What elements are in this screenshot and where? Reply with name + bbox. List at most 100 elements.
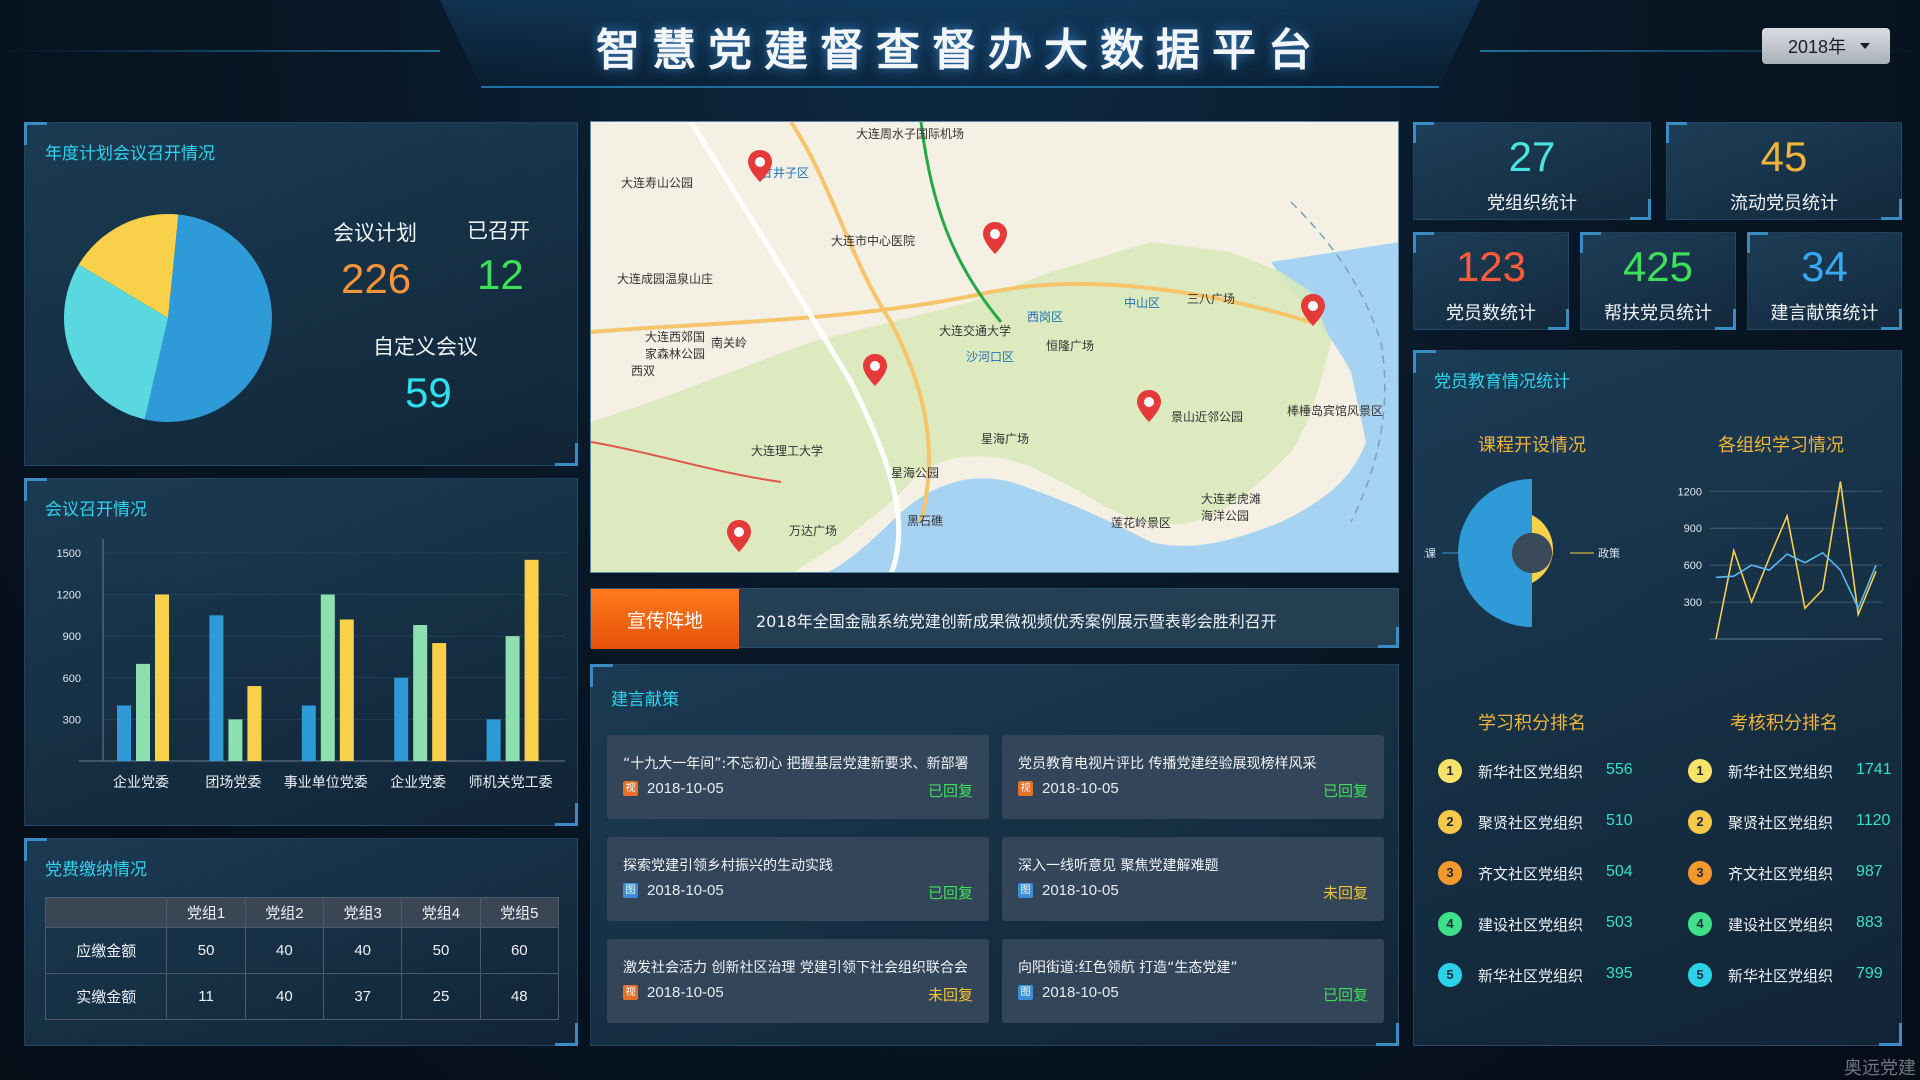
caret-down-icon <box>1860 43 1871 49</box>
bar[interactable] <box>413 625 428 761</box>
rank-org-name: 齐文社区党组织 <box>1478 865 1584 883</box>
stat-card-members[interactable]: 123 党员数统计 <box>1413 232 1569 330</box>
x-tick-label: 师机关党工委 <box>469 775 553 791</box>
rank-score: 1741 <box>1856 761 1892 778</box>
rank-score: 510 <box>1606 812 1633 829</box>
bar[interactable] <box>301 705 316 762</box>
map-pin-icon[interactable] <box>1301 294 1325 326</box>
rank-badge: 1 <box>1688 759 1712 783</box>
propaganda-banner[interactable]: 宣传阵地 2018年全国金融系统党建创新成果微视频优秀案例展示暨表彰会胜利召开 <box>590 588 1399 649</box>
stat-label: 帮扶党员统计 <box>1604 303 1712 324</box>
y-tick-label: 900 <box>1684 523 1702 535</box>
column-header: 党组4 <box>401 897 481 928</box>
table-row: 实缴金额 11 40 37 25 48 <box>44 973 560 1020</box>
rank-score: 799 <box>1856 965 1883 982</box>
stat-card-mobile-members[interactable]: 45 流动党员统计 <box>1666 122 1902 220</box>
bar[interactable] <box>117 705 131 762</box>
rank-row[interactable]: 4 建设社区党组织 883 <box>1688 910 1908 938</box>
status-badge: 已回复 <box>927 884 973 902</box>
suggestion-card[interactable]: 党员教育电视片评比 传播党建经验展现榜样风采 视 2018-10-05 已回复 <box>1002 735 1384 819</box>
rank-score: 395 <box>1606 965 1633 982</box>
suggestion-card[interactable]: 向阳街道:红色领航 打造“生态党建” 图 2018-10-05 已回复 <box>1002 939 1384 1023</box>
rank-org-name: 新华社区党组织 <box>1728 763 1834 781</box>
rank-badge: 3 <box>1438 861 1462 885</box>
study-rank-title: 学习积分排名 <box>1478 713 1586 734</box>
bar[interactable] <box>339 619 354 761</box>
map-pin-icon[interactable] <box>863 354 887 386</box>
suggestion-card[interactable]: 探索党建引领乡村振兴的生动实践 图 2018-10-05 已回复 <box>607 837 989 921</box>
rank-row[interactable]: 3 齐文社区党组织 987 <box>1688 859 1908 887</box>
page-title: 智慧党建督查督办大数据平台 <box>596 25 1324 76</box>
bar[interactable] <box>320 594 335 762</box>
bar[interactable] <box>136 663 150 761</box>
map-pin-icon[interactable] <box>1137 390 1161 422</box>
rank-score: 1120 <box>1856 812 1891 829</box>
map-label: 西双 <box>631 364 656 378</box>
rank-badge: 2 <box>1688 810 1712 834</box>
table-cell: 50 <box>401 927 481 974</box>
line-series[interactable] <box>1715 481 1877 640</box>
map-label: 大连交通大学 <box>939 324 1012 338</box>
watermark-logo: 奥远党建 <box>1844 1058 1916 1079</box>
bar[interactable] <box>505 636 520 761</box>
bar[interactable] <box>432 643 447 761</box>
table-cell: 11 <box>166 973 246 1020</box>
map-label: 中山区 <box>1124 296 1161 310</box>
bar[interactable] <box>155 594 169 762</box>
rank-score: 987 <box>1856 863 1883 880</box>
custom-label: 自定义会议 <box>373 335 478 359</box>
fees-table: 党组1 党组2 党组3 党组4 党组5 应缴金额 50 40 40 50 60 … <box>44 897 560 1020</box>
map-label: 恒隆广场 <box>1046 339 1095 353</box>
y-tick-label: 300 <box>1684 597 1702 609</box>
image-icon: 图 <box>623 883 638 898</box>
rank-row[interactable]: 2 聚贤社区党组织 510 <box>1438 808 1658 836</box>
propaganda-tag[interactable]: 宣传阵地 <box>591 589 739 649</box>
rank-row[interactable]: 3 齐文社区党组织 504 <box>1438 859 1658 887</box>
rank-badge: 5 <box>1438 963 1462 987</box>
donut-label: 政策 <box>1598 546 1620 560</box>
bar[interactable] <box>228 719 243 761</box>
y-tick-label: 600 <box>1684 560 1702 572</box>
map-label: 景山近邻公园 <box>1171 410 1244 424</box>
map-pin-icon[interactable] <box>748 150 772 182</box>
city-map[interactable]: 大连周水子国际机场 大连寿山公园 大连市中心医院 大连成园温泉山庄 大连西郊国家… <box>590 121 1399 573</box>
map-pin-icon[interactable] <box>727 520 751 552</box>
suggestion-card[interactable]: 激发社会活力 创新社区治理 党建引领下社会组织联合会 视 2018-10-05 … <box>607 939 989 1023</box>
suggestion-card[interactable]: 深入一线听意见 聚焦党建解难题 图 2018-10-05 未回复 <box>1002 837 1384 921</box>
rank-row[interactable]: 5 新华社区党组织 799 <box>1688 961 1908 989</box>
stat-value: 34 <box>1801 243 1848 290</box>
bar[interactable] <box>209 615 224 761</box>
stat-card-party-orgs[interactable]: 27 党组织统计 <box>1413 122 1651 220</box>
custom-value: 59 <box>405 369 452 416</box>
bar[interactable] <box>524 559 539 761</box>
rank-row[interactable]: 1 新华社区党组织 1741 <box>1688 757 1908 785</box>
map-pin-icon[interactable] <box>983 222 1007 254</box>
stat-card-suggestions[interactable]: 34 建言献策统计 <box>1747 232 1902 330</box>
stat-label: 党组织统计 <box>1487 193 1577 214</box>
plan-value: 226 <box>341 255 412 302</box>
rank-row[interactable]: 1 新华社区党组织 556 <box>1438 757 1658 785</box>
rank-org-name: 建设社区党组织 <box>1728 916 1834 934</box>
year-select[interactable]: 2018年 <box>1762 28 1890 64</box>
suggestion-title: “十九大一年间”:不忘初心 把握基层党建新要求、新部署 <box>623 756 969 772</box>
study-line-chart: 1200 900 600 300 <box>1678 481 1882 640</box>
rank-badge: 4 <box>1688 912 1712 936</box>
bar[interactable] <box>486 719 501 761</box>
rank-row[interactable]: 4 建设社区党组织 503 <box>1438 910 1658 938</box>
rank-score: 503 <box>1606 914 1633 931</box>
propaganda-headline[interactable]: 2018年全国金融系统党建创新成果微视频优秀案例展示暨表彰会胜利召开 <box>756 608 1277 632</box>
rank-row[interactable]: 2 聚贤社区党组织 1120 <box>1688 808 1908 836</box>
suggestion-date: 2018-10-05 <box>647 984 724 1001</box>
rank-score: 556 <box>1606 761 1633 778</box>
bar[interactable] <box>394 677 409 761</box>
rank-row[interactable]: 5 新华社区党组织 395 <box>1438 961 1658 989</box>
stat-card-assisted-members[interactable]: 425 帮扶党员统计 <box>1580 232 1736 330</box>
column-header <box>44 897 168 928</box>
suggestion-date: 2018-10-05 <box>1042 780 1119 797</box>
status-badge: 未回复 <box>927 986 973 1004</box>
y-tick-label: 600 <box>63 673 81 685</box>
table-cell: 40 <box>244 927 325 974</box>
bar[interactable] <box>247 686 262 761</box>
suggestion-card[interactable]: “十九大一年间”:不忘初心 把握基层党建新要求、新部署 视 2018-10-05… <box>607 735 989 819</box>
rank-org-name: 聚贤社区党组织 <box>1728 814 1834 832</box>
